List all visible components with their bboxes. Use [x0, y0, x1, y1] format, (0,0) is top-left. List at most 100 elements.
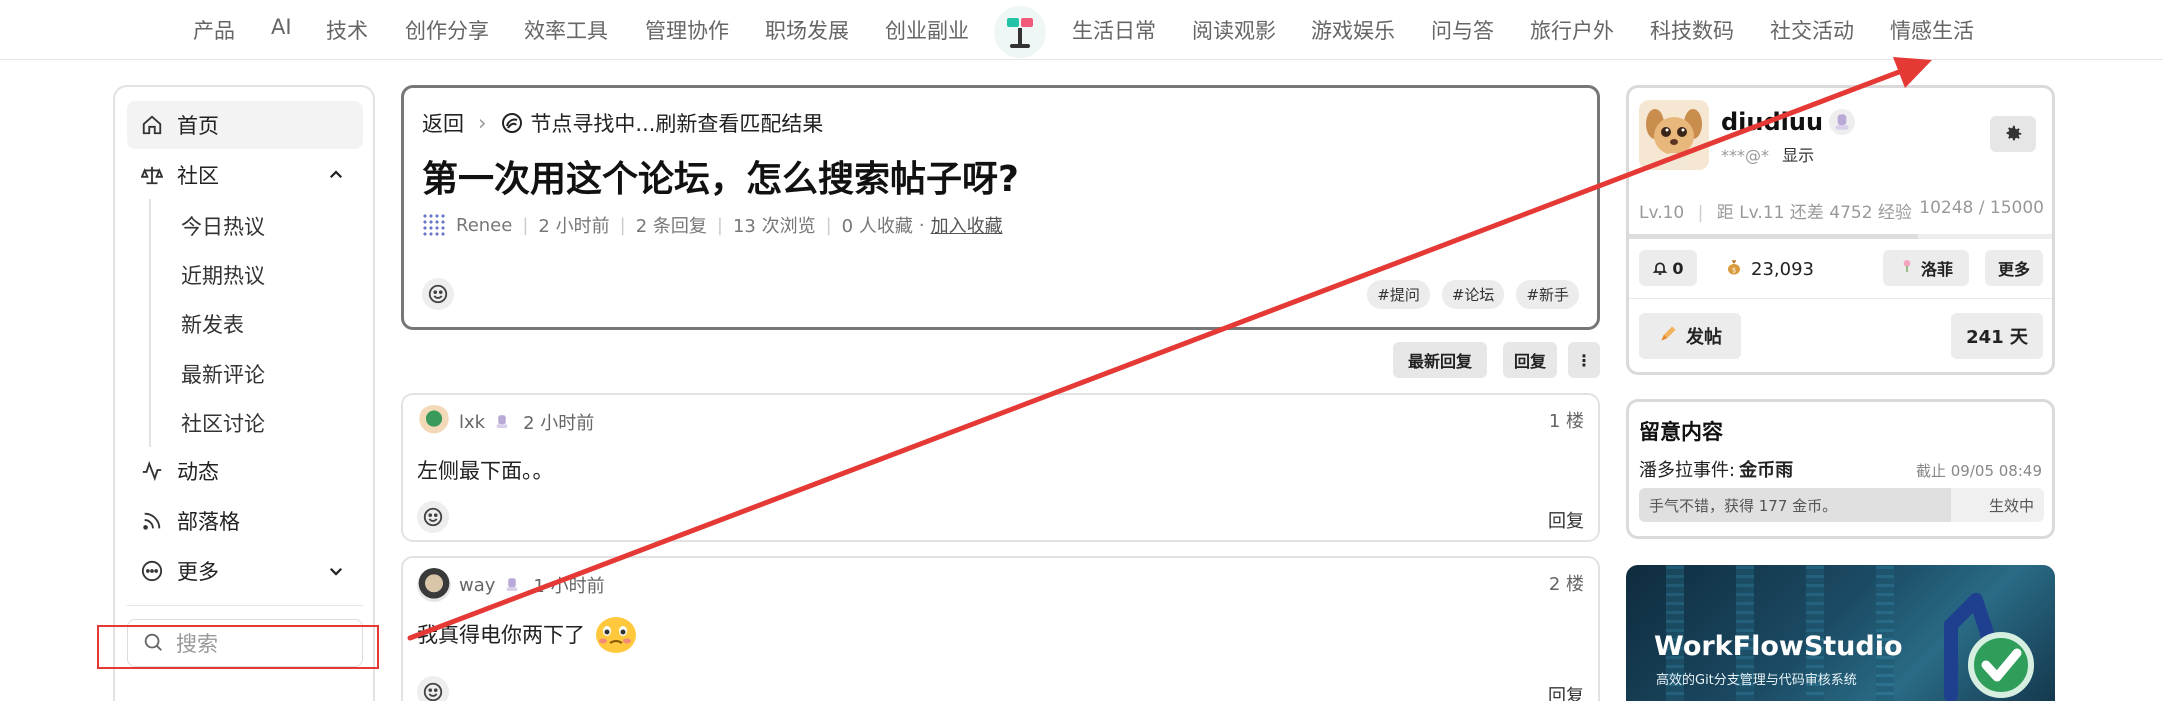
reply-button[interactable]: 回复: [1503, 342, 1557, 378]
sidebar-divider: [127, 605, 363, 606]
site-logo-icon[interactable]: [994, 6, 1046, 58]
scale-icon: [139, 162, 165, 188]
ad-banner[interactable]: WorkFlowStudio 高效的Git分支管理与代码审核系统: [1626, 565, 2055, 701]
post-time: 2 小时前: [538, 216, 610, 237]
breadcrumb: 返回 › 节点寻找中...刷新查看匹配结果: [422, 108, 823, 138]
user-badge-icon: [1829, 109, 1856, 135]
nav-item-creation[interactable]: 创作分享: [405, 15, 489, 45]
nav-item-startup[interactable]: 创业副业: [885, 15, 969, 45]
sidebar-sub-recent-hot[interactable]: 近期热议: [181, 260, 265, 290]
ad-subtitle: 高效的Git分支管理与代码审核系统: [1656, 673, 1857, 688]
nav-item-efficiency[interactable]: 效率工具: [524, 15, 608, 45]
top-nav: 产品 AI 技术 创作分享 效率工具 管理协作 职场发展 创业副业 生活日常 阅…: [0, 0, 2163, 60]
notifications-button[interactable]: 0: [1639, 250, 1697, 286]
nav-item-travel[interactable]: 旅行户外: [1530, 15, 1614, 45]
sidebar-item-community[interactable]: 社区: [127, 151, 363, 199]
left-sidebar: 首页 社区 今日热议 近期热议 新发表 最新评论 社区讨论 动态 部落格 更多: [113, 85, 375, 701]
avatar[interactable]: [417, 405, 451, 439]
settings-button[interactable]: [1990, 116, 2036, 152]
reply-card-2: way 1 小时前 2 楼 我真得电你两下了 回复: [401, 556, 1600, 701]
post-meta: Renee | 2 小时前 | 2 条回复 | 13 次浏览 | 0 人收藏 ·…: [422, 212, 1003, 238]
svg-text:$: $: [1732, 266, 1736, 274]
nav-item-digital[interactable]: 科技数码: [1650, 15, 1734, 45]
chevron-up-icon[interactable]: [327, 165, 347, 185]
sidebar-item-more[interactable]: 更多: [127, 547, 363, 595]
nav-item-life[interactable]: 生活日常: [1072, 15, 1156, 45]
node-icon: [500, 111, 524, 135]
sidebar-sub-today-hot[interactable]: 今日热议: [181, 211, 265, 241]
user-email-masked: ***@*: [1721, 146, 1769, 165]
new-post-button[interactable]: 发帖: [1639, 313, 1741, 359]
annotation-highlight-box: [97, 625, 379, 669]
nav-item-product[interactable]: 产品: [193, 15, 235, 45]
sidebar-sub-discussion[interactable]: 社区讨论: [181, 408, 265, 438]
show-email-link[interactable]: 显示: [1782, 146, 1814, 165]
user-name[interactable]: diudiuu: [1721, 108, 1856, 136]
user-badge-icon: [503, 576, 521, 594]
smile-icon: [423, 507, 443, 527]
post-card: 返回 › 节点寻找中...刷新查看匹配结果 第一次用这个论坛，怎么搜索帖子呀? …: [401, 85, 1600, 330]
reply-link[interactable]: 回复: [1548, 507, 1584, 533]
nav-item-career[interactable]: 职场发展: [765, 15, 849, 45]
reply-user[interactable]: lxk: [459, 412, 485, 433]
nav-item-tech[interactable]: 技术: [326, 15, 368, 45]
sidebar-sub-latest-comments[interactable]: 最新评论: [181, 359, 265, 389]
sidebar-item-home[interactable]: 首页: [127, 101, 363, 149]
sidebar-item-label: 动态: [177, 460, 219, 484]
emoji-reaction-button[interactable]: [422, 278, 454, 310]
notice-event: 潘多拉事件: 金币雨: [1639, 456, 1793, 482]
submenu-line: [149, 199, 151, 447]
sidebar-item-activity[interactable]: 动态: [127, 447, 363, 495]
level-next: 距 Lv.11 还差 4752 经验: [1716, 203, 1912, 223]
nav-item-management[interactable]: 管理协作: [645, 15, 729, 45]
author-avatar[interactable]: [422, 213, 446, 237]
nav-item-emotion[interactable]: 情感生活: [1890, 15, 1974, 45]
notice-message: 手气不错，获得 177 金币。: [1649, 497, 1838, 515]
floor-number[interactable]: 1 楼: [1549, 407, 1584, 433]
reply-content: 左侧最下面。。: [417, 459, 554, 483]
sidebar-item-label: 更多: [177, 560, 219, 584]
avatar[interactable]: [417, 568, 451, 602]
new-post-label: 发帖: [1686, 327, 1722, 348]
add-favorite-link[interactable]: 加入收藏: [931, 212, 1003, 238]
activity-icon: [139, 458, 165, 484]
nav-item-reading[interactable]: 阅读观影: [1192, 15, 1276, 45]
more-button[interactable]: 更多: [1985, 250, 2043, 286]
reply-content: 我真得电你两下了: [417, 614, 639, 654]
checkin-days[interactable]: 241 天: [1951, 313, 2043, 359]
tag-item[interactable]: #新手: [1516, 280, 1579, 309]
sidebar-sub-new[interactable]: 新发表: [181, 309, 244, 339]
tag-item[interactable]: #论坛: [1441, 280, 1505, 309]
sidebar-item-blog[interactable]: 部落格: [127, 497, 363, 545]
nav-item-qa[interactable]: 问与答: [1431, 15, 1494, 45]
reply-header: way 1 小时前: [417, 568, 605, 602]
more-circle-icon: [139, 558, 165, 584]
reply-text: 我真得电你两下了: [417, 623, 585, 647]
emoji-reaction-button[interactable]: [417, 501, 449, 533]
latest-reply-button[interactable]: 最新回复: [1393, 342, 1487, 378]
chevron-down-icon[interactable]: [327, 561, 347, 581]
sidebar-item-label: 首页: [177, 114, 219, 138]
tag-item[interactable]: #提问: [1367, 280, 1430, 309]
reply-card-1: lxk 2 小时前 1 楼 左侧最下面。。 回复: [401, 393, 1600, 542]
nav-item-social[interactable]: 社交活动: [1770, 15, 1854, 45]
level-current: Lv.10: [1639, 203, 1685, 223]
reply-link[interactable]: 回复: [1548, 682, 1584, 701]
back-link[interactable]: 返回: [422, 108, 464, 138]
nav-item-games[interactable]: 游戏娱乐: [1311, 15, 1395, 45]
writing-hand-icon: [1658, 324, 1678, 349]
coin-balance: $ 23,093: [1725, 258, 1814, 281]
author-name[interactable]: Renee: [456, 215, 512, 236]
notice-deadline: 截止 09/05 08:49: [1916, 462, 2042, 480]
reply-time: 1 小时前: [533, 576, 605, 597]
chevron-right-icon: ›: [478, 111, 487, 135]
user-avatar[interactable]: [1639, 100, 1709, 170]
reply-header: lxk 2 小时前: [417, 405, 594, 439]
emoji-reaction-button[interactable]: [417, 676, 449, 701]
reply-user[interactable]: way: [459, 575, 495, 596]
floor-number[interactable]: 2 楼: [1549, 570, 1584, 596]
smile-icon: [428, 284, 448, 304]
luofei-button[interactable]: 洛菲: [1883, 250, 1969, 286]
nav-item-ai[interactable]: AI: [271, 15, 292, 39]
more-options-button[interactable]: ⋮: [1568, 342, 1600, 378]
